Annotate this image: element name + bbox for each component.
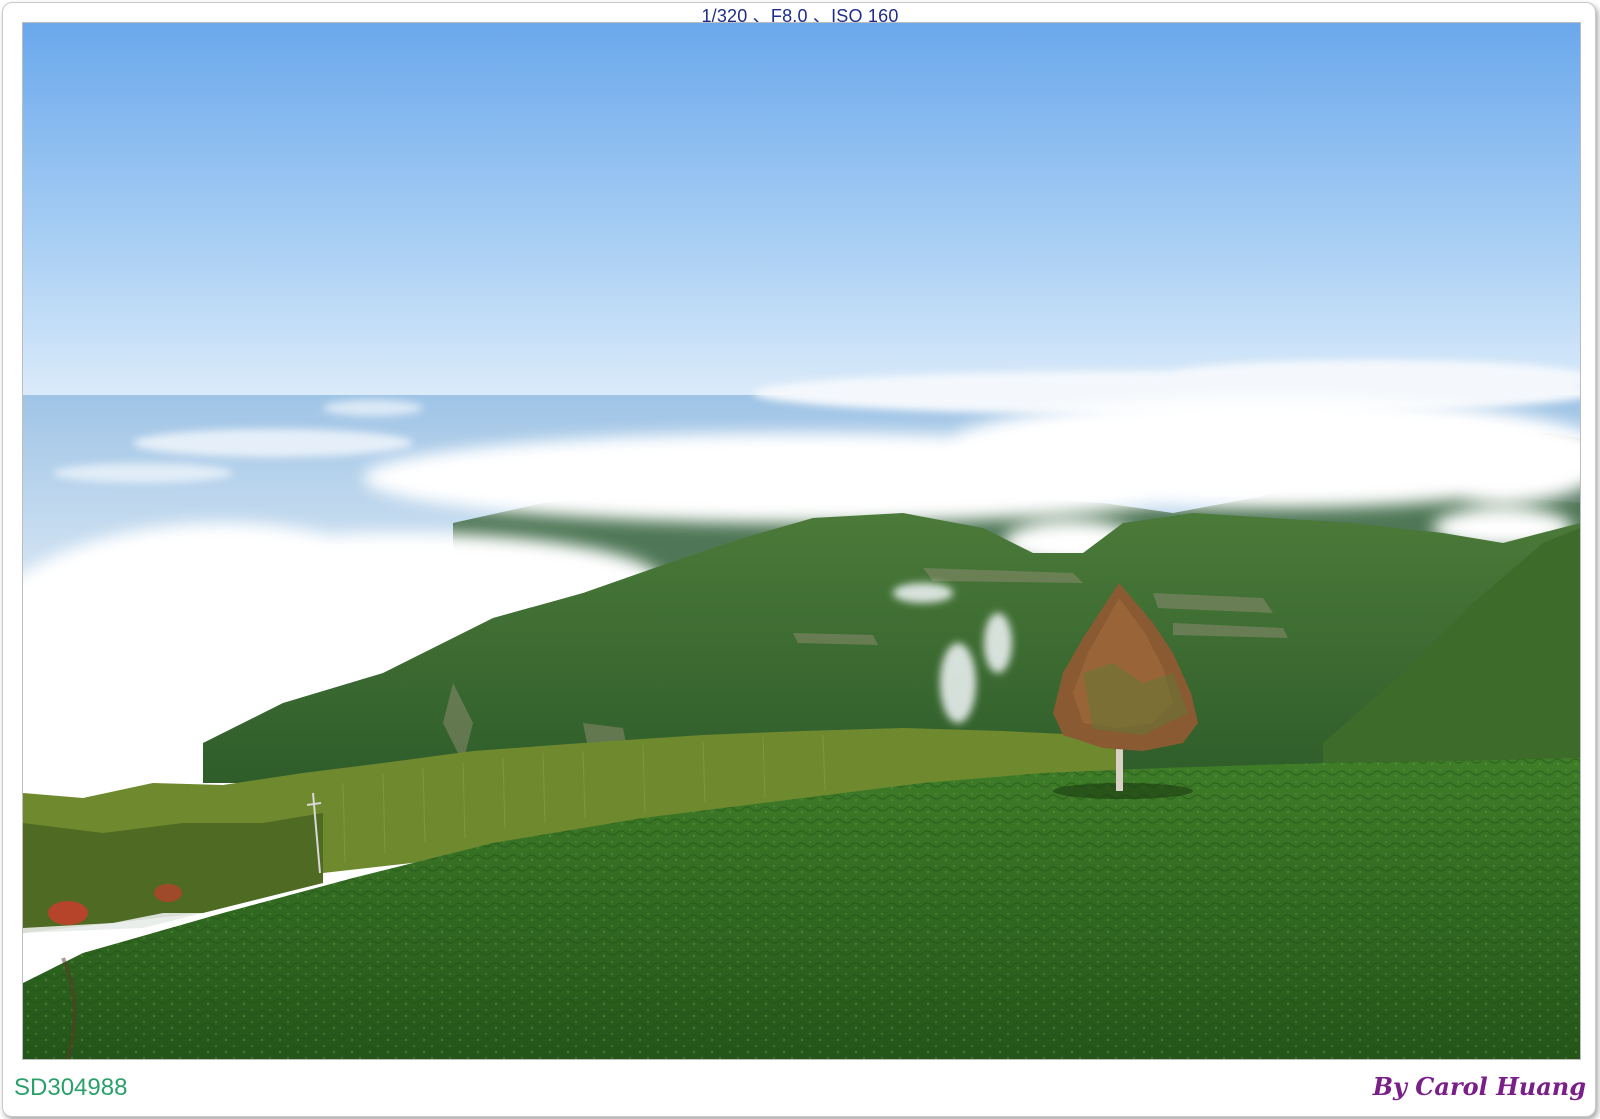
landscape-photo bbox=[22, 22, 1581, 1060]
photographer-credit: By Carol Huang bbox=[1372, 1072, 1586, 1101]
photo-id: SD304988 bbox=[14, 1074, 128, 1101]
